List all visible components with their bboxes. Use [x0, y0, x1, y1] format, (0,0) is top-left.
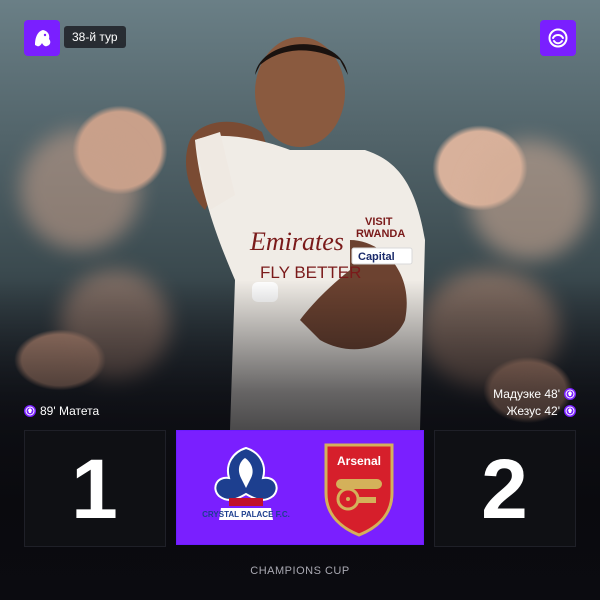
away-scorer-line: Мадуэке 48': [493, 387, 576, 401]
match-result-card: Emirates FLY BETTER VISIT RWANDA Capital…: [0, 0, 600, 600]
lion-icon: [35, 30, 51, 47]
football-icon: [564, 405, 576, 417]
premier-league-logo: [24, 20, 60, 56]
competition-label: CHAMPIONS CUP: [250, 565, 350, 577]
sleeve-sponsor-top: VISIT: [365, 216, 393, 228]
shirt-sponsor: Emirates: [249, 227, 344, 256]
league-emblem: [540, 20, 576, 56]
crowd-face: [20, 130, 140, 250]
teams-crest-panel: CRYSTAL PALACE F.C. Arsenal: [176, 430, 424, 545]
home-scorer-text: 89' Матета: [40, 404, 100, 418]
away-scorer-text: Мадуэке 48': [493, 387, 560, 401]
away-scorer-text: Жезус 42': [506, 404, 560, 418]
arsenal-crest: Arsenal: [324, 443, 393, 537]
away-score-box: 2: [434, 430, 576, 547]
crystal-palace-crest: CRYSTAL PALACE F.C.: [202, 446, 290, 520]
crowd-face: [470, 140, 590, 260]
home-scorer-line: 89' Матета: [24, 404, 99, 418]
captain-armband-brand: Capital: [358, 251, 395, 263]
home-team-name: CRYSTAL PALACE F.C.: [202, 510, 290, 519]
away-team-name: Arsenal: [336, 454, 380, 468]
football-icon: [24, 405, 36, 417]
home-score: 1: [71, 441, 119, 536]
league-emblem-icon: [548, 28, 568, 48]
sleeve-sponsor-bottom: RWANDA: [356, 228, 405, 240]
away-score: 2: [481, 441, 529, 536]
home-score-box: 1: [24, 430, 166, 547]
football-icon: [564, 388, 576, 400]
round-badge: 38-й тур: [64, 26, 126, 48]
away-scorer-line: Жезус 42': [506, 404, 576, 418]
